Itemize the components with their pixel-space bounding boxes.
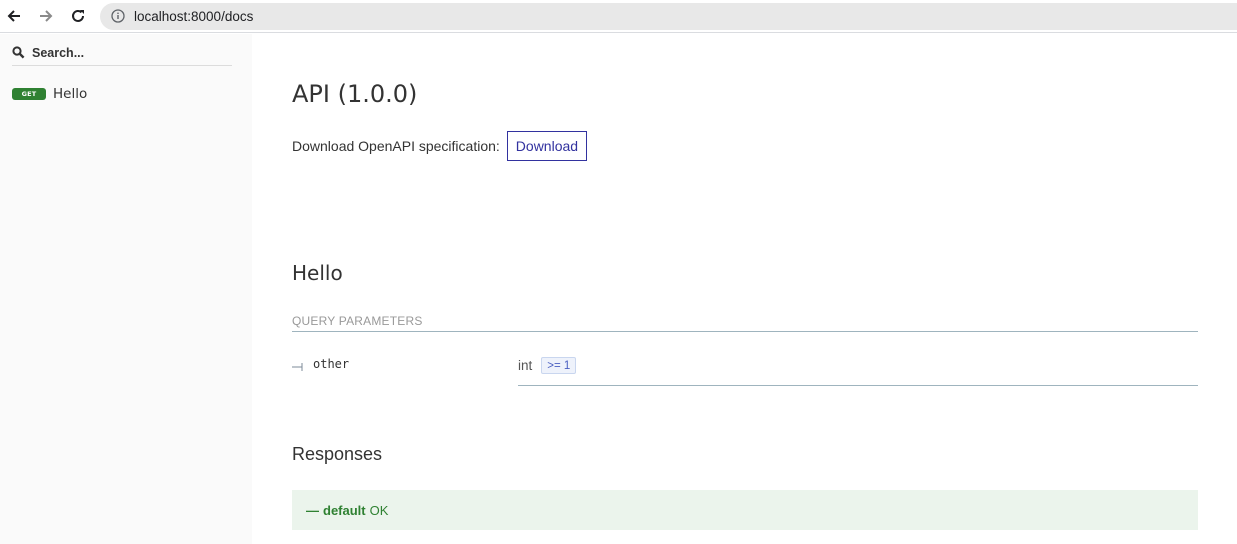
search-box — [12, 44, 232, 66]
response-code: default — [323, 502, 366, 518]
download-row: Download OpenAPI specification: Download — [292, 131, 588, 161]
search-input[interactable] — [32, 44, 227, 62]
download-label: Download OpenAPI specification: — [292, 138, 500, 154]
tree-branch-icon — [292, 359, 304, 371]
reload-icon[interactable] — [66, 4, 90, 28]
browser-toolbar: localhost:8000/docs — [0, 0, 1237, 33]
param-row: other — [292, 357, 349, 371]
param-type: int — [518, 358, 533, 373]
param-constraint-badge: >= 1 — [541, 357, 577, 374]
response-dash: — — [306, 502, 319, 518]
download-button[interactable]: Download — [506, 131, 588, 161]
sidebar-item-label: Hello — [53, 86, 88, 102]
back-icon[interactable] — [2, 4, 26, 28]
sidebar-item-hello[interactable]: GET Hello — [12, 84, 240, 104]
param-detail: int >= 1 — [518, 356, 1198, 386]
response-description: OK — [369, 502, 389, 518]
param-name: other — [313, 357, 350, 371]
response-default[interactable]: — default OK — [292, 490, 1198, 530]
api-title: API (1.0.0) — [292, 80, 418, 108]
info-icon[interactable] — [111, 9, 125, 23]
search-icon — [12, 46, 25, 59]
query-params-heading: QUERY PARAMETERS — [292, 314, 1198, 332]
sidebar: GET Hello — [0, 34, 252, 544]
forward-icon[interactable] — [34, 4, 58, 28]
method-badge-get: GET — [12, 88, 46, 100]
operation-title: Hello — [292, 261, 343, 285]
url-text: localhost:8000/docs — [134, 9, 254, 24]
address-bar[interactable]: localhost:8000/docs — [100, 3, 1237, 30]
responses-title: Responses — [292, 444, 383, 464]
